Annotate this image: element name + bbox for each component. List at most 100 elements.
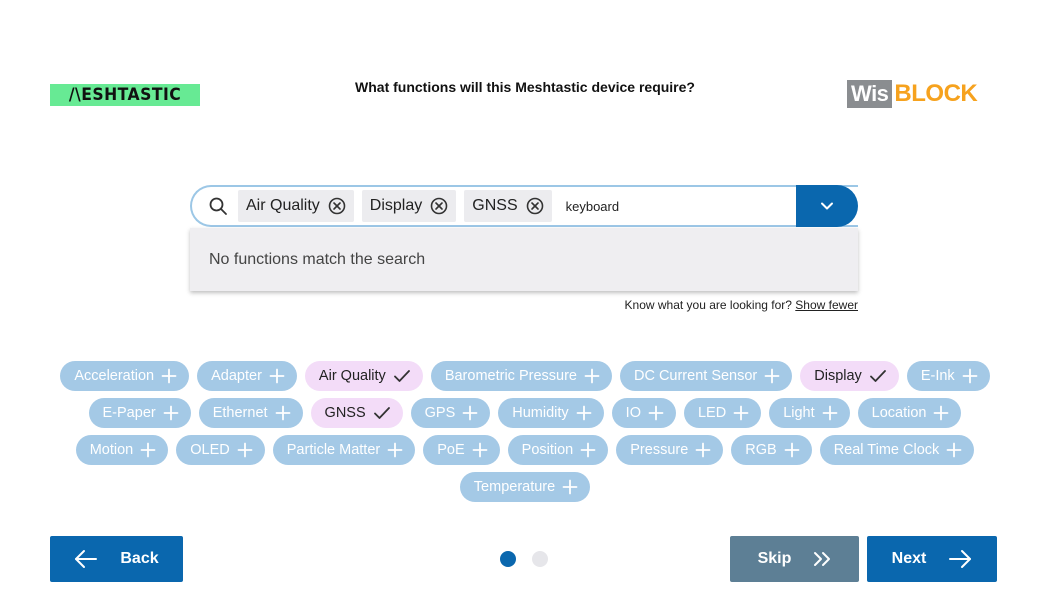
hint-text: Know what you are looking for? bbox=[624, 298, 792, 312]
selected-chip-label: Air Quality bbox=[246, 197, 320, 214]
no-results-message: No functions match the search bbox=[209, 250, 426, 268]
back-button-label: Back bbox=[120, 550, 159, 567]
function-chip[interactable]: Location bbox=[857, 398, 962, 428]
selected-chip-label: GNSS bbox=[472, 197, 518, 214]
function-chip[interactable]: OLED bbox=[176, 435, 265, 465]
function-chip[interactable]: Pressure bbox=[616, 435, 724, 465]
plus-icon bbox=[269, 368, 285, 384]
function-chip[interactable]: Motion bbox=[75, 435, 169, 465]
function-search-combobox[interactable]: Air Quality Display GNSS bbox=[190, 185, 858, 227]
back-button[interactable]: Back bbox=[50, 536, 183, 582]
function-chip[interactable]: Display bbox=[800, 361, 899, 391]
selected-chip: Display bbox=[361, 190, 457, 222]
function-chip-label: GNSS bbox=[324, 405, 366, 421]
meshtastic-logo: /\ESHTASTIC bbox=[50, 84, 200, 106]
search-icon bbox=[198, 187, 238, 225]
function-chip[interactable]: DC Current Sensor bbox=[619, 361, 793, 391]
wisblock-logo-block: BLOCK bbox=[894, 80, 978, 107]
function-chip[interactable]: LED bbox=[683, 398, 762, 428]
function-chip-label: Air Quality bbox=[318, 368, 386, 384]
plus-icon bbox=[695, 442, 711, 458]
function-chip[interactable]: Air Quality bbox=[304, 361, 423, 391]
meshtastic-logo-text: /\ESHTASTIC bbox=[68, 85, 182, 105]
pager-dot-2[interactable] bbox=[532, 551, 548, 567]
check-icon bbox=[373, 405, 391, 421]
wisblock-logo-wis: Wis bbox=[847, 80, 893, 108]
check-icon bbox=[393, 368, 411, 384]
function-chip[interactable]: Acceleration bbox=[60, 361, 190, 391]
next-button-label: Next bbox=[891, 550, 927, 567]
search-input[interactable] bbox=[565, 193, 786, 219]
arrow-right-icon bbox=[949, 550, 972, 568]
dropdown-toggle-button[interactable] bbox=[796, 185, 858, 227]
function-chip-label: RGB bbox=[745, 442, 777, 458]
plus-icon bbox=[648, 405, 664, 421]
function-chip-label: Pressure bbox=[630, 442, 689, 458]
function-chip[interactable]: Light bbox=[769, 398, 850, 428]
function-chip[interactable]: GNSS bbox=[310, 398, 403, 428]
step-pager bbox=[500, 551, 548, 567]
function-chip-label: LED bbox=[697, 405, 727, 421]
plus-icon bbox=[462, 405, 478, 421]
function-chip-label: Barometric Pressure bbox=[444, 368, 577, 384]
pager-dot-1[interactable] bbox=[500, 551, 516, 567]
function-chip[interactable]: Particle Matter bbox=[272, 435, 416, 465]
arrow-left-icon bbox=[75, 550, 98, 568]
remove-circle-icon[interactable] bbox=[430, 197, 448, 215]
function-chip-label: DC Current Sensor bbox=[633, 368, 758, 384]
function-chip-list: Acceleration Adapter Air Quality Barometric… bbox=[60, 361, 990, 502]
function-chip-label: GPS bbox=[424, 405, 456, 421]
double-chevron-right-icon bbox=[814, 552, 831, 566]
selected-chip: GNSS bbox=[464, 190, 552, 222]
skip-button[interactable]: Skip bbox=[730, 536, 859, 582]
function-chip-label: PoE bbox=[437, 442, 465, 458]
function-chip-label: Motion bbox=[89, 442, 134, 458]
plus-icon bbox=[784, 442, 800, 458]
function-chip[interactable]: Barometric Pressure bbox=[430, 361, 612, 391]
function-chip-label: Real Time Clock bbox=[833, 442, 940, 458]
function-chip[interactable]: PoE bbox=[423, 435, 500, 465]
plus-icon bbox=[161, 368, 177, 384]
plus-icon bbox=[822, 405, 838, 421]
search-results-dropdown: No functions match the search bbox=[190, 228, 858, 291]
function-chip[interactable]: Humidity bbox=[498, 398, 604, 428]
function-chip[interactable]: Real Time Clock bbox=[819, 435, 975, 465]
plus-icon bbox=[933, 405, 949, 421]
plus-icon bbox=[946, 442, 962, 458]
function-chip-label: Adapter bbox=[211, 368, 262, 384]
function-chip-label: Location bbox=[871, 405, 927, 421]
selected-chip-label: Display bbox=[369, 197, 423, 214]
skip-button-label: Skip bbox=[757, 550, 792, 567]
plus-icon bbox=[472, 442, 488, 458]
function-chip[interactable]: E-Paper bbox=[88, 398, 191, 428]
function-chip-label: Humidity bbox=[512, 405, 569, 421]
function-chip[interactable]: Position bbox=[507, 435, 609, 465]
page-question: What functions will this Meshtastic devi… bbox=[355, 79, 695, 95]
chevron-down-icon bbox=[821, 202, 833, 210]
function-chip-label: Particle Matter bbox=[286, 442, 381, 458]
function-chip-label: OLED bbox=[190, 442, 230, 458]
remove-circle-icon[interactable] bbox=[526, 197, 544, 215]
plus-icon bbox=[163, 405, 179, 421]
function-chip[interactable]: GPS bbox=[410, 398, 491, 428]
function-chip-label: IO bbox=[625, 405, 641, 421]
plus-icon bbox=[140, 442, 156, 458]
next-button[interactable]: Next bbox=[867, 536, 997, 582]
plus-icon bbox=[576, 405, 592, 421]
show-fewer-link[interactable]: Show fewer bbox=[795, 298, 858, 312]
wisblock-logo: Wis BLOCK bbox=[847, 80, 978, 108]
function-chip-label: Ethernet bbox=[212, 405, 268, 421]
function-chip[interactable]: Adapter bbox=[197, 361, 297, 391]
check-icon bbox=[869, 368, 887, 384]
plus-icon bbox=[275, 405, 291, 421]
function-chip[interactable]: RGB bbox=[731, 435, 812, 465]
function-chip[interactable]: E-Ink bbox=[906, 361, 990, 391]
function-chip-label: Light bbox=[783, 405, 815, 421]
function-chip[interactable]: Ethernet bbox=[198, 398, 303, 428]
function-chip[interactable]: IO bbox=[611, 398, 676, 428]
search-hint: Know what you are looking for? Show fewe… bbox=[625, 298, 858, 312]
function-chip-label: Temperature bbox=[473, 479, 556, 495]
remove-circle-icon[interactable] bbox=[328, 197, 346, 215]
function-chip[interactable]: Temperature bbox=[459, 472, 591, 502]
function-chip-label: E-Paper bbox=[102, 405, 156, 421]
